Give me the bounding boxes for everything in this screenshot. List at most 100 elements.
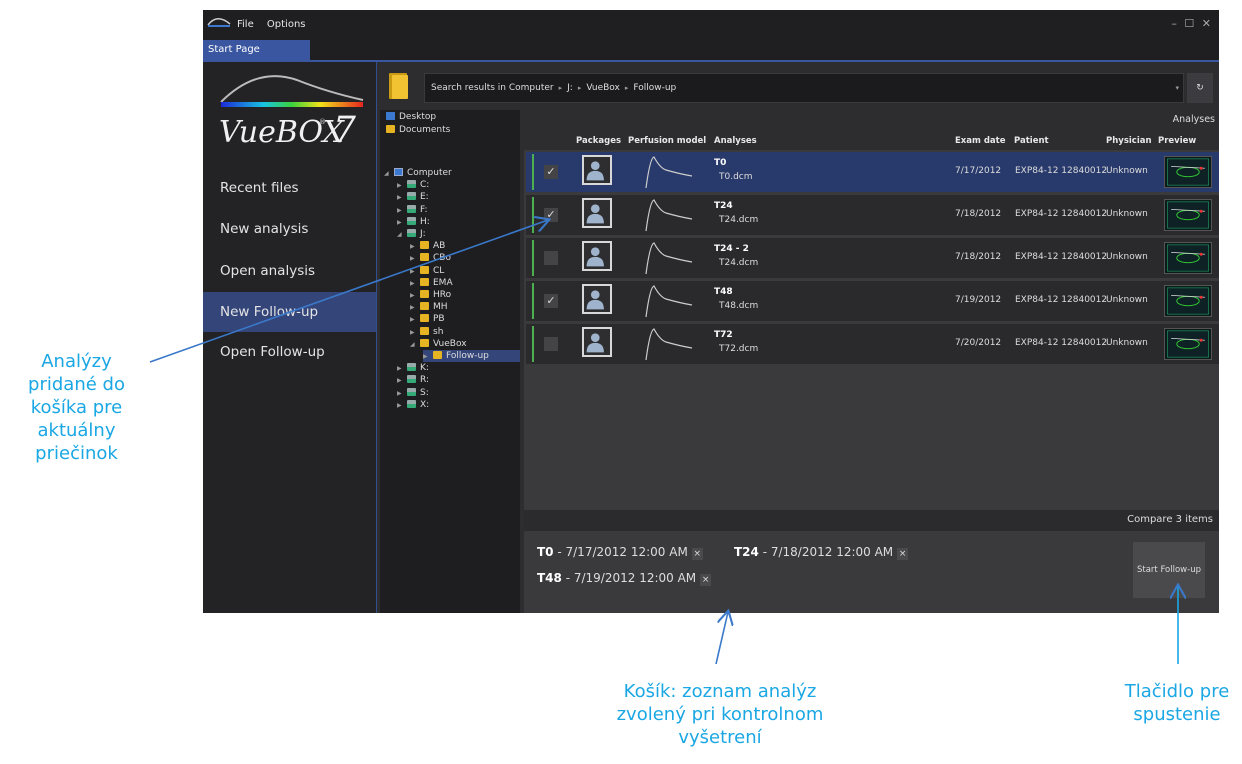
analysis-row[interactable]: ✓ T48 T48.dcm 7/19/2012 EXP84-12 12840012 Unk… [526,281,1219,321]
analysis-name: T0 [714,158,727,168]
tree-item-label: CL [433,265,445,276]
tree-item-e[interactable]: ▶ E: [397,191,429,203]
analysis-row[interactable]: ✓ T24 T24.dcm 7/18/2012 EXP84-12 12840012 Unk… [526,195,1219,235]
nav-open-analysis[interactable]: Open analysis [203,251,376,291]
expanded-arrow-icon[interactable]: ◢ [384,168,394,180]
collapsed-arrow-icon[interactable]: ▶ [410,266,420,278]
nav-recent-files[interactable]: Recent files [203,168,376,208]
tree-item-ema[interactable]: ▶ EMA [410,277,453,289]
col-preview[interactable]: Preview [1158,136,1196,146]
collapsed-arrow-icon[interactable]: ▶ [410,278,420,290]
collapsed-arrow-icon[interactable]: ▶ [397,205,407,217]
tree-item-x[interactable]: ▶ X: [397,399,429,411]
analysis-row[interactable]: T72 T72.dcm 7/20/2012 EXP84-12 12840012 Unkn… [526,324,1219,364]
collapsed-arrow-icon[interactable]: ▶ [397,217,407,229]
select-checkbox[interactable] [544,337,558,351]
collapsed-arrow-icon[interactable]: ▶ [410,302,420,314]
collapsed-arrow-icon[interactable]: ▶ [397,388,407,400]
col-packages[interactable]: Packages [576,136,621,146]
tree-item-h[interactable]: ▶ H: [397,216,430,228]
tree-item-label: E: [420,192,429,203]
col-patient[interactable]: Patient [1014,136,1049,146]
start-follow-up-button[interactable]: Start Follow-up [1133,542,1205,598]
tree-item-c[interactable]: ▶ C: [397,179,429,191]
preview-thumbnail[interactable] [1164,242,1212,274]
basket-title: Compare 3 items [1127,514,1213,525]
preview-thumbnail[interactable] [1164,156,1212,188]
collapsed-arrow-icon[interactable]: ▶ [397,192,407,204]
breadcrumb-j[interactable]: J: [567,83,573,93]
analysis-name: T24 [714,201,733,211]
col-analyses[interactable]: Analyses [714,136,757,146]
basket-item: T24 - 7/18/2012 12:00 AM × [734,545,909,560]
tree-item-vuebox[interactable]: ◢ VueBox [410,338,467,350]
tree-item-computer[interactable]: ◢ Computer [384,167,452,179]
collapsed-arrow-icon[interactable]: ▶ [410,327,420,339]
remove-icon[interactable]: × [691,548,703,560]
collapsed-arrow-icon[interactable]: ▶ [410,253,420,265]
collapsed-arrow-icon[interactable]: ▶ [397,375,407,387]
tree-item-label: sh [433,326,444,337]
remove-icon[interactable]: × [897,548,909,560]
tree-item-k[interactable]: ▶ K: [397,362,429,374]
collapsed-arrow-icon[interactable]: ▶ [410,314,420,326]
preview-thumbnail[interactable] [1164,199,1212,231]
tree-item-mh[interactable]: ▶ MH [410,301,448,313]
nav-new-follow-up[interactable]: New Follow-up [203,292,376,332]
menu-options[interactable]: Options [267,19,306,30]
collapsed-arrow-icon[interactable]: ▶ [410,290,420,302]
tab-start-page[interactable]: Start Page [203,40,310,60]
refresh-button[interactable]: ↻ [1187,73,1213,103]
remove-icon[interactable]: × [700,574,712,586]
breadcrumb-separator-icon: ▸ [558,84,563,92]
collapsed-arrow-icon[interactable]: ▶ [423,351,433,363]
nav-open-follow-up[interactable]: Open Follow-up [203,332,376,372]
expanded-arrow-icon[interactable]: ◢ [397,229,407,241]
analysis-row[interactable]: T24 - 2 T24.dcm 7/18/2012 EXP84-12 12840012… [526,238,1219,278]
tree-item-cbo[interactable]: ▶ CBo [410,252,451,264]
collapsed-arrow-icon[interactable]: ▶ [397,363,407,375]
select-checkbox[interactable] [544,251,558,265]
col-physician[interactable]: Physician [1106,136,1152,146]
select-checkbox[interactable]: ✓ [544,294,558,308]
window-controls[interactable]: – ☐ ✕ [1171,17,1213,30]
package-person-icon [582,155,612,185]
tree-item-f[interactable]: ▶ F: [397,204,428,216]
physician: Unknown [1106,209,1148,219]
col-perfusion-model[interactable]: Perfusion model [628,136,706,146]
network-drive-icon [407,399,416,408]
analysis-row[interactable]: ✓ T0 T0.dcm 7/17/2012 EXP84-12 12840012 Unkno… [526,152,1219,192]
tree-item-r[interactable]: ▶ R: [397,374,429,386]
breadcrumb-follow-up[interactable]: Follow-up [633,83,676,93]
breadcrumb-path[interactable]: Search results in Computer ▸ J: ▸ VueBox ▸ Fol… [424,73,1184,103]
analysis-file: T72.dcm [719,344,759,354]
tree-item-j[interactable]: ◢ J: [397,228,426,240]
preview-thumbnail[interactable] [1164,328,1212,360]
select-checkbox[interactable]: ✓ [544,165,558,179]
annotation-left: Analýzy pridané do košíka pre aktuálny p… [0,350,153,465]
tree-item-hro[interactable]: ▶ HRo [410,289,451,301]
expanded-arrow-icon[interactable]: ◢ [410,339,420,351]
select-checkbox[interactable]: ✓ [544,208,558,222]
breadcrumb-root[interactable]: Search results in Computer [431,83,554,93]
tree-item-follow-up[interactable]: ▶ Follow-up [423,350,520,362]
tree-item-cl[interactable]: ▶ CL [410,265,444,277]
tree-item-s[interactable]: ▶ S: [397,387,429,399]
tree-item-desktop[interactable]: Desktop [384,111,436,123]
preview-thumbnail[interactable] [1164,285,1212,317]
folder-icon [420,338,429,347]
tree-item-documents[interactable]: Documents [384,124,450,136]
selection-bar [532,326,534,362]
tree-item-ab[interactable]: ▶ AB [410,240,445,252]
nav-new-analysis[interactable]: New analysis [203,209,376,249]
collapsed-arrow-icon[interactable]: ▶ [410,241,420,253]
tree-item-pb[interactable]: ▶ PB [410,313,445,325]
collapsed-arrow-icon[interactable]: ▶ [397,180,407,192]
tree-item-sh[interactable]: ▶ sh [410,326,443,338]
dropdown-arrow-icon[interactable]: ▾ [1175,74,1179,102]
col-exam-date[interactable]: Exam date [955,136,1006,146]
breadcrumb-vuebox[interactable]: VueBox [586,83,620,93]
menu-file[interactable]: File [237,19,254,30]
collapsed-arrow-icon[interactable]: ▶ [397,400,407,412]
exam-date: 7/18/2012 [955,252,1002,262]
